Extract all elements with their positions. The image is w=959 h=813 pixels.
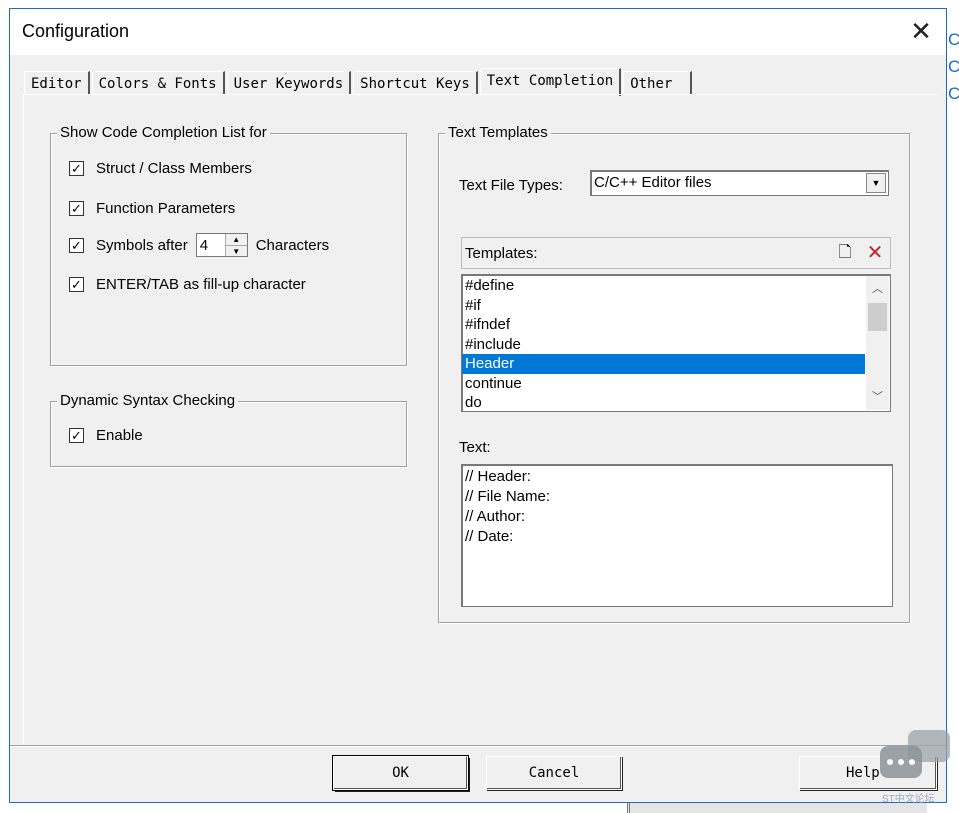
delete-template-button[interactable]: ✕ <box>862 241 888 265</box>
template-list-item[interactable]: #ifndef <box>462 315 865 335</box>
symbols-after-label: Symbols after <box>96 236 188 254</box>
checkmark-icon: ✓ <box>71 201 82 216</box>
symbols-after-checkbox[interactable]: ✓ <box>69 237 84 253</box>
background-link-text: C <box>948 84 959 103</box>
template-text-line: // Author: <box>465 508 526 525</box>
template-list-item[interactable]: continue <box>462 374 865 394</box>
syntax-checking-group: Dynamic Syntax Checking ✓ Enable <box>50 392 407 467</box>
enter-tab-label: ENTER/TAB as fill-up character <box>96 276 306 293</box>
checkmark-icon: ✓ <box>71 277 82 292</box>
template-list-item[interactable]: #define <box>462 276 865 296</box>
enter-tab-row: ✓ ENTER/TAB as fill-up character <box>69 276 306 293</box>
watermark-text: ST中文论坛 <box>882 794 935 805</box>
tab-colors-fonts[interactable]: Colors & Fonts <box>91 71 225 95</box>
tab-text-completion[interactable]: Text Completion <box>479 68 622 96</box>
text-templates-group: Text Templates Text File Types: C/C++ Ed… <box>438 124 910 623</box>
templates-list-items: #define #if #ifndef #include Header continue d… <box>462 275 865 411</box>
template-list-item[interactable]: Header <box>462 354 865 374</box>
checkmark-icon: ✓ <box>71 161 82 176</box>
scrollbar-thumb[interactable] <box>868 303 887 331</box>
dialog-divider <box>10 745 946 747</box>
stepper-down-icon[interactable]: ▼ <box>225 245 247 257</box>
stepper-buttons: ▲ ▼ <box>224 234 247 257</box>
title-bar: Configuration ✕ <box>10 9 946 55</box>
struct-members-label: Struct / Class Members <box>96 160 252 177</box>
templates-list[interactable]: #define #if #ifndef #include Header continue d… <box>461 274 891 412</box>
new-template-button[interactable]: 🗋 <box>832 241 858 265</box>
templates-label: Templates: <box>465 245 538 262</box>
function-params-checkbox[interactable]: ✓ <box>69 201 84 216</box>
enable-syntax-label: Enable <box>96 427 143 444</box>
new-document-icon: 🗋 <box>838 244 852 261</box>
templates-header: Templates: 🗋 ✕ <box>461 237 891 269</box>
template-text-line: // Header: <box>465 468 531 485</box>
symbols-count-stepper: ▲ ▼ <box>195 233 248 257</box>
enable-syntax-checkbox[interactable]: ✓ <box>69 428 84 443</box>
tab-shortcut-keys[interactable]: Shortcut Keys <box>353 71 478 95</box>
struct-members-row: ✓ Struct / Class Members <box>69 160 252 177</box>
cancel-button[interactable]: Cancel <box>486 756 622 790</box>
text-label: Text: <box>459 439 491 456</box>
file-types-label: Text File Types: <box>459 177 563 194</box>
text-completion-pane: Show Code Completion List for ✓ Struct /… <box>23 94 937 744</box>
close-button[interactable]: ✕ <box>906 17 936 47</box>
template-list-item[interactable]: #if <box>462 296 865 316</box>
scroll-up-icon[interactable]: ︿ <box>866 278 889 300</box>
checkmark-icon: ✓ <box>71 428 82 443</box>
symbols-after-row: ✓ Symbols after ▲ ▼ Characters <box>69 233 329 257</box>
characters-label: Characters <box>255 236 330 254</box>
close-icon: ✕ <box>910 16 932 46</box>
template-text-area[interactable]: // Header: // File Name: // Author: // Date… <box>461 464 893 607</box>
code-completion-group: Show Code Completion List for ✓ Struct /… <box>50 124 407 366</box>
enter-tab-checkbox[interactable]: ✓ <box>69 277 84 292</box>
ok-button[interactable]: OK <box>333 756 468 790</box>
enable-row: ✓ Enable <box>69 427 143 444</box>
forum-watermark: ST中文论坛 <box>880 728 950 808</box>
struct-members-checkbox[interactable]: ✓ <box>69 161 84 176</box>
tab-user-keywords[interactable]: User Keywords <box>226 71 352 95</box>
template-text-line: // Date: <box>465 528 514 545</box>
background-link-text: C <box>948 30 959 49</box>
template-text-line: // File Name: <box>465 488 551 505</box>
file-types-value: C/C++ Editor files <box>594 174 712 191</box>
code-completion-group-title: Show Code Completion List for <box>57 124 270 141</box>
window-title: Configuration <box>22 21 130 41</box>
chevron-down-icon[interactable]: ▼ <box>866 173 886 193</box>
delete-x-icon: ✕ <box>866 242 884 264</box>
template-list-item[interactable]: do <box>462 393 865 411</box>
template-list-item[interactable]: #include <box>462 335 865 355</box>
chat-bubble-icon <box>880 746 922 778</box>
function-params-row: ✓ Function Parameters <box>69 200 235 217</box>
checkmark-icon: ✓ <box>71 237 82 253</box>
tab-other[interactable]: Other <box>623 71 693 95</box>
symbols-count-input[interactable] <box>196 234 225 256</box>
text-templates-group-title: Text Templates <box>445 124 551 141</box>
syntax-checking-group-title: Dynamic Syntax Checking <box>57 392 239 409</box>
background-link-text: C <box>948 57 959 76</box>
scroll-down-icon[interactable]: ﹀ <box>866 386 889 408</box>
function-params-label: Function Parameters <box>96 200 236 217</box>
file-types-select[interactable]: C/C++ Editor files ▼ <box>590 170 889 196</box>
tab-strip: Editor Colors & Fonts User Keywords Shor… <box>24 67 694 96</box>
configuration-dialog: Configuration ✕ Editor Colors & Fonts Us… <box>9 8 947 803</box>
stepper-up-icon[interactable]: ▲ <box>226 234 247 245</box>
templates-scrollbar[interactable]: ︿ ﹀ <box>866 276 889 410</box>
tab-editor[interactable]: Editor <box>24 71 90 95</box>
